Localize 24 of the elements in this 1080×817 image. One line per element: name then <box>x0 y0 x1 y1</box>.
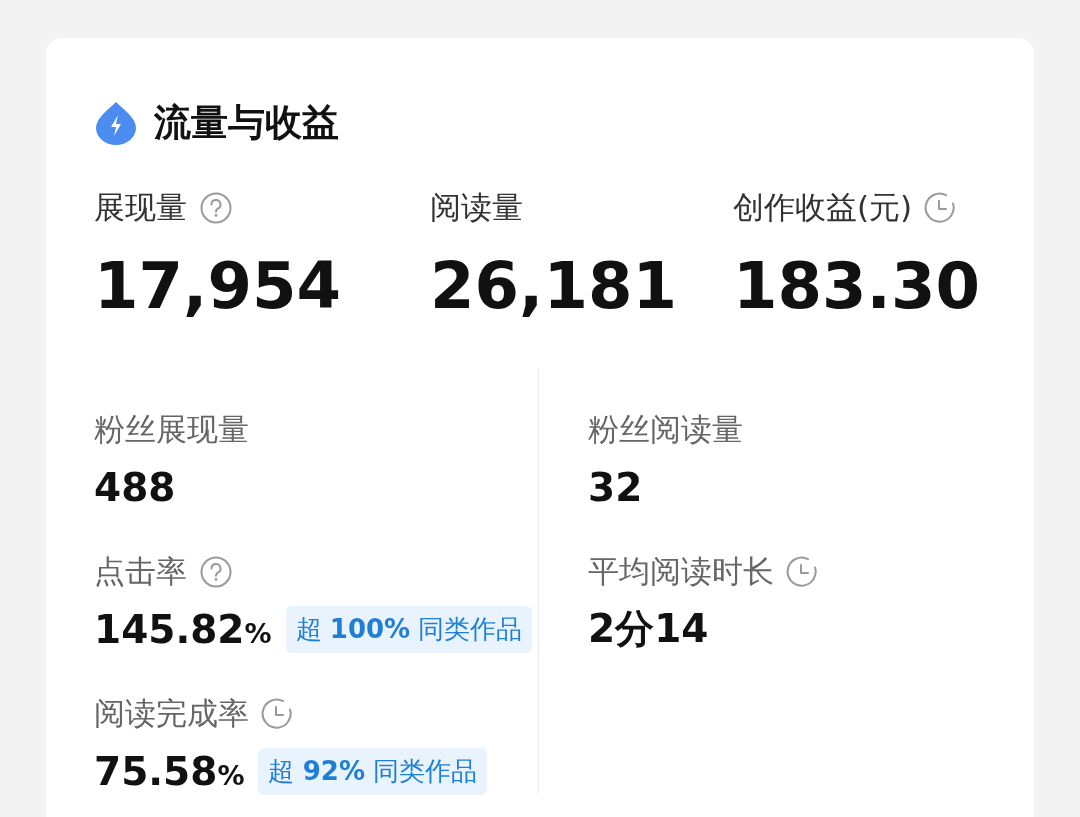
help-icon[interactable] <box>199 555 233 589</box>
clock-icon[interactable] <box>261 697 295 731</box>
metric-value: 32 <box>588 464 643 510</box>
clock-icon[interactable] <box>786 555 820 589</box>
metric-label: 粉丝展现量 <box>94 410 249 449</box>
metric-value: 26,181 <box>430 248 677 325</box>
metric-label: 展现量 <box>94 188 187 227</box>
metric-value: 75.58% <box>94 748 245 794</box>
metric-label: 阅读完成率 <box>94 694 249 733</box>
metric-label: 点击率 <box>94 552 187 591</box>
metric-value: 145.82% <box>94 606 272 652</box>
metric-label: 平均阅读时长 <box>588 552 774 591</box>
metric-label: 阅读量 <box>430 188 523 227</box>
ranking-badge: 超 92% 同类作品 <box>258 747 488 795</box>
help-icon[interactable] <box>199 191 233 225</box>
ranking-badge: 超 100% 同类作品 <box>285 605 533 653</box>
metric-value: 183.30 <box>733 248 980 325</box>
metric-value: 2分14 <box>588 605 709 653</box>
metric-label: 创作收益(元) <box>733 188 913 227</box>
section-title: 流量与收益 <box>154 100 339 146</box>
metric-value: 488 <box>94 464 176 510</box>
metric-value: 17,954 <box>94 248 341 325</box>
metric-label: 粉丝阅读量 <box>588 410 743 449</box>
droplet-icon <box>94 100 138 146</box>
